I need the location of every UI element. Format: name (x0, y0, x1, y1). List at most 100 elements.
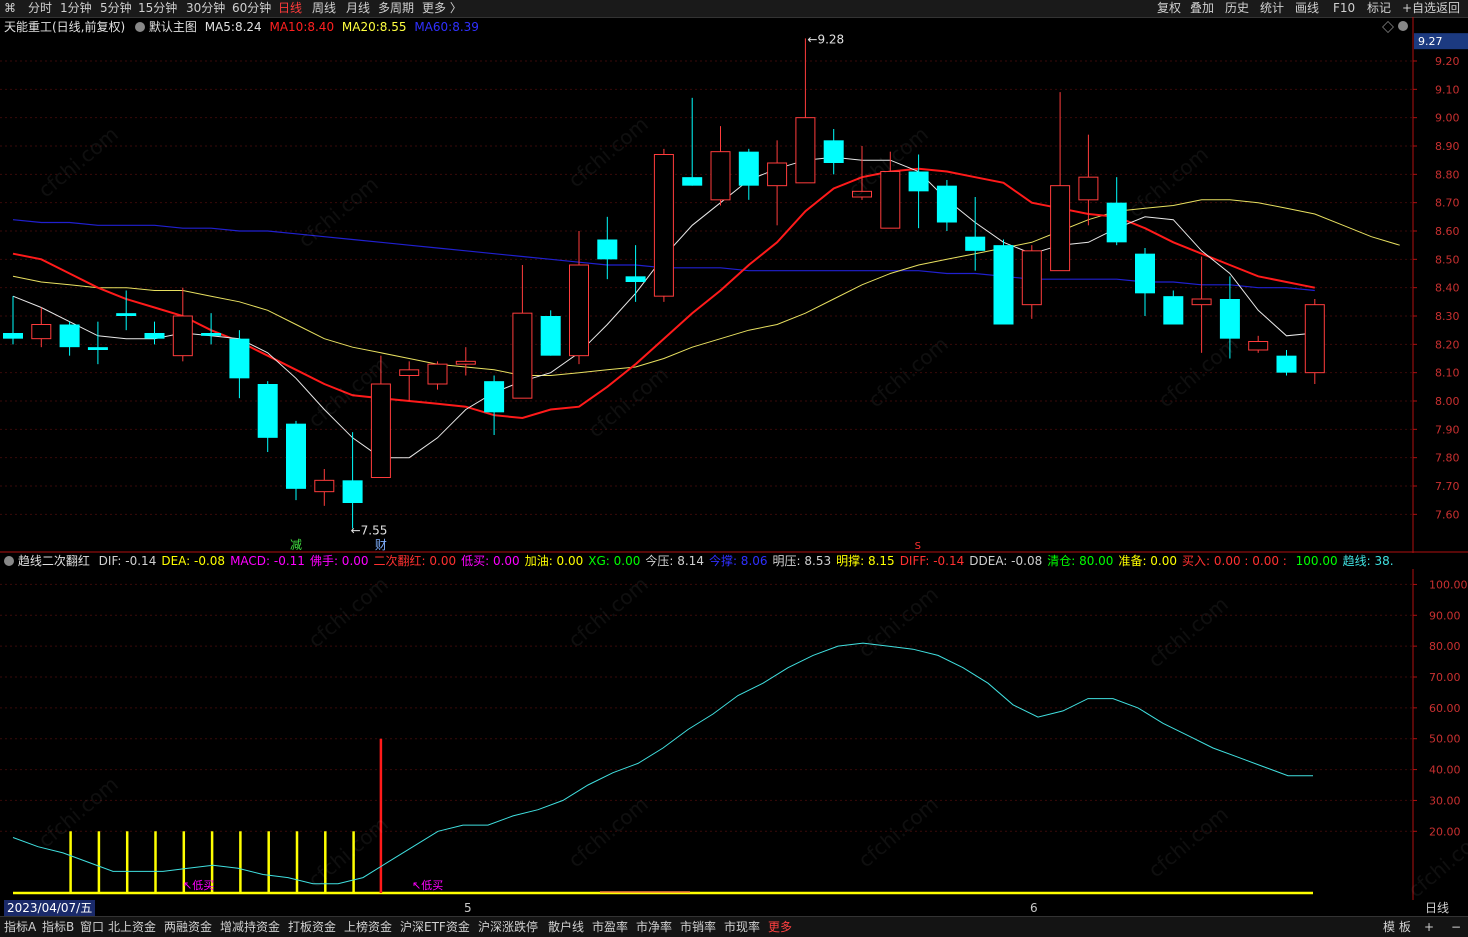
price-tick-label: 8.80 (1435, 168, 1460, 181)
indicator-value-15: 准备: 0.00 (1118, 554, 1178, 568)
indicator-value-13: DDEA: -0.08 (969, 554, 1043, 568)
candle-body (597, 239, 618, 260)
bottom-tab-9[interactable]: 沪深涨跌停 (478, 919, 538, 935)
bottom-tab-12[interactable]: 市净率 (636, 919, 672, 935)
candle-body (314, 479, 335, 493)
price-tick-label: 8.10 (1435, 367, 1460, 380)
toolbar-button-4[interactable]: 画线 (1295, 1, 1319, 16)
indicator-tick-label: 40.00 (1429, 764, 1461, 777)
price-tick-label: 9.10 (1435, 83, 1460, 96)
indicator-value-6: 加油: 0.00 (524, 554, 584, 568)
candle-body (710, 151, 731, 201)
bottom-tab-6[interactable]: 打板资金 (288, 919, 336, 935)
price-tick-label: 8.40 (1435, 282, 1460, 295)
period-tab-4[interactable]: 30分钟 (186, 1, 225, 16)
price-tick-label: 7.80 (1435, 452, 1460, 465)
cursor-date: 2023/04/07/五 (4, 900, 96, 916)
bottom-tab-7[interactable]: 上榜资金 (344, 919, 392, 935)
bottom-right-2[interactable]: − (1451, 919, 1461, 935)
period-tab-5[interactable]: 60分钟 (232, 1, 271, 16)
price-tick-label: 9.00 (1435, 112, 1460, 125)
indicator-value-11: 明撑: 8.15 (836, 554, 895, 568)
bottom-tab-10[interactable]: 散户线 (548, 919, 584, 935)
bottom-tab-0[interactable]: 指标A (4, 919, 36, 935)
period-tab-6[interactable]: 日线 (278, 1, 302, 16)
dike-label: ↖低买 (183, 879, 214, 892)
candle-body (738, 151, 759, 186)
marker-s: S (915, 541, 921, 552)
bottom-tab-4[interactable]: 两融资金 (164, 919, 212, 935)
candle-body (512, 312, 533, 399)
bottom-tab-13[interactable]: 市销率 (680, 919, 716, 935)
toolbar-button-5[interactable]: F10 (1333, 1, 1355, 16)
period-tab-9[interactable]: 多周期 (378, 1, 414, 16)
indicator-value-5: 低买: 0.00 (461, 554, 520, 568)
price-tick-label: 8.60 (1435, 225, 1460, 238)
indicator-value-14: 清仓: 80.00 (1047, 554, 1114, 568)
candle-body (993, 245, 1014, 325)
month-label-6: 6 (1030, 901, 1038, 915)
dike-label: ↖低买 (412, 879, 443, 892)
low-price-label: ←7.55 (351, 524, 388, 538)
toolbar-button-8[interactable]: 返回 (1436, 1, 1460, 16)
bottom-tab-14[interactable]: 市现率 (724, 919, 760, 935)
indicator-value-3: 佛手: 0.00 (309, 554, 369, 568)
indicator-value-12: DIFF: -0.14 (899, 554, 965, 568)
candle-body (1106, 202, 1127, 243)
candle-body (1163, 296, 1184, 325)
indicator-icon[interactable] (4, 556, 14, 566)
toolbar-button-0[interactable]: 复权 (1157, 1, 1181, 16)
candle-body (1276, 355, 1297, 373)
indicator-chart[interactable]: 100.00 90.00 80.00 70.00 60.00 50.00 40.00 30.0… (0, 569, 1468, 900)
indicator-name[interactable]: 趋线二次翻红 (18, 554, 90, 568)
candle-body (1191, 298, 1212, 306)
toolbar-button-2[interactable]: 历史 (1225, 1, 1249, 16)
candle-body (257, 384, 278, 438)
bottom-right-0[interactable]: 模 板 (1383, 919, 1411, 935)
menu-icon[interactable]: ⌘ (4, 1, 16, 16)
candle-body (286, 423, 306, 489)
price-chart[interactable]: 9.20 9.10 9.00 8.90 8.80 8.70 8.60 8.50 8.40 8.30… (0, 17, 1468, 553)
candle-body (823, 140, 844, 163)
candle-body (795, 117, 816, 184)
toolbar-button-1[interactable]: 叠加 (1190, 1, 1214, 16)
candle-body (342, 480, 363, 503)
period-tab-1[interactable]: 1分钟 (60, 1, 92, 16)
bottom-tab-15[interactable]: 更多 (768, 919, 792, 935)
candle-body (484, 381, 505, 413)
period-indicator[interactable]: 日线 (1425, 900, 1449, 916)
candle-body (172, 315, 193, 357)
bottom-tab-5[interactable]: 增减持资金 (220, 919, 280, 935)
bottom-tab-2[interactable]: 窗口 (80, 919, 104, 935)
period-tab-0[interactable]: 分时 (28, 1, 52, 16)
candle-body (370, 383, 391, 478)
toolbar-button-6[interactable]: 标记 (1367, 1, 1391, 16)
bottom-right-1[interactable]: + (1424, 919, 1434, 935)
period-tab-8[interactable]: 月线 (346, 1, 370, 16)
candle-body (908, 171, 929, 192)
indicator-tick-label: 60.00 (1429, 702, 1461, 715)
bottom-tab-11[interactable]: 市盈率 (592, 919, 628, 935)
marker-jian: 减 (290, 538, 302, 552)
toolbar-button-3[interactable]: 统计 (1260, 1, 1284, 16)
candle-body (1248, 341, 1269, 351)
toolbar-button-7[interactable]: +自选 (1402, 1, 1436, 16)
period-tab-3[interactable]: 15分钟 (138, 1, 177, 16)
candle-body (569, 264, 589, 357)
price-tick-label: 7.90 (1435, 423, 1460, 436)
candle-body (767, 162, 788, 187)
candle-body (965, 236, 986, 251)
bottom-tab-1[interactable]: 指标B (42, 919, 74, 935)
bottom-tab-3[interactable]: 北上资金 (108, 919, 156, 935)
bottom-tab-8[interactable]: 沪深ETF资金 (400, 919, 470, 935)
price-tick-label: 8.50 (1435, 253, 1460, 266)
indicator-value-0: DIF: -0.14 (98, 554, 157, 568)
candle-body (201, 333, 222, 336)
period-tab-2[interactable]: 5分钟 (100, 1, 132, 16)
period-tab-10[interactable]: 更多 〉 (422, 1, 462, 16)
candle-body (1219, 299, 1240, 339)
price-tick-label: 8.90 (1435, 140, 1460, 153)
candle-body (1078, 176, 1099, 201)
candle-body (936, 185, 957, 223)
period-tab-7[interactable]: 周线 (312, 1, 336, 16)
